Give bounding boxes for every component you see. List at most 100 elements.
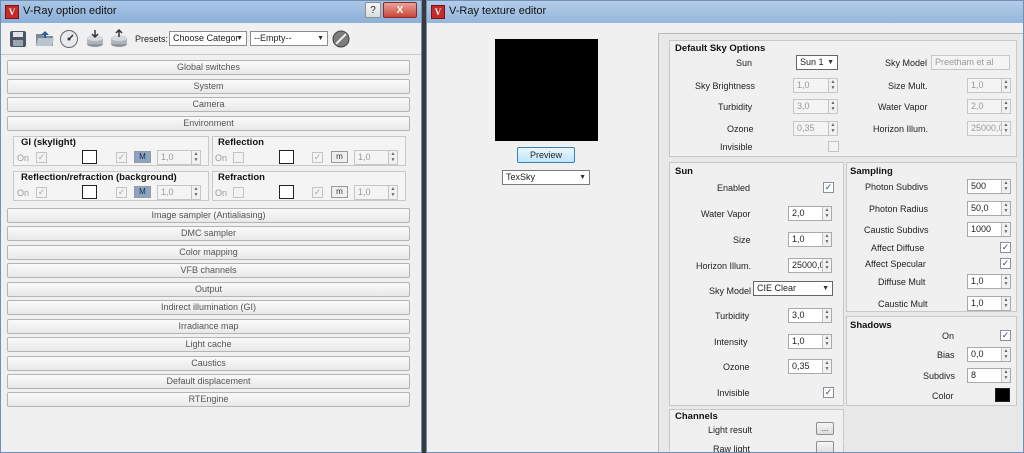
rollout-color-mapping[interactable]: Color mapping xyxy=(7,245,410,260)
gi-on-checkbox[interactable]: ✓ xyxy=(36,152,47,163)
gi-map-button[interactable]: M xyxy=(134,151,151,163)
sun-turbidity-spinner[interactable]: 3,0 ▲ ▼ xyxy=(788,308,832,323)
refraction-on-checkbox[interactable] xyxy=(233,187,244,198)
sun-sky-model-dropdown[interactable]: CIE Clear ▼ xyxy=(753,281,833,296)
gi-color-swatch[interactable] xyxy=(82,150,97,164)
reflection-on-checkbox[interactable] xyxy=(233,152,244,163)
spinner-arrows-icon[interactable]: ▲ ▼ xyxy=(388,186,397,199)
spinner-arrows-icon[interactable]: ▲ ▼ xyxy=(1001,202,1010,215)
spinner-arrows-icon[interactable]: ▲ ▼ xyxy=(1001,348,1010,361)
refraction-background-on-checkbox[interactable]: ✓ xyxy=(36,187,47,198)
import-icon[interactable] xyxy=(85,29,105,49)
rollout-rtengine[interactable]: RTEngine xyxy=(7,392,410,407)
spinner-arrows-icon[interactable]: ▲ ▼ xyxy=(1001,275,1010,288)
preset-category-dropdown[interactable]: Choose Categor ▼ xyxy=(169,31,247,46)
spinner-arrows-icon[interactable]: ▲ ▼ xyxy=(1001,122,1010,135)
spinner-arrows-icon[interactable]: ▲ ▼ xyxy=(1001,297,1010,310)
help-button[interactable]: ? xyxy=(365,2,381,18)
save-icon[interactable] xyxy=(9,30,27,48)
spinner-arrows-icon[interactable]: ▲ ▼ xyxy=(828,122,837,135)
clear-presets-icon[interactable] xyxy=(332,30,350,48)
rollout-image-sampler[interactable]: Image sampler (Antialiasing) xyxy=(7,208,410,223)
spinner-arrows-icon[interactable]: ▲ ▼ xyxy=(1001,180,1010,193)
refraction-map-button[interactable]: m xyxy=(331,186,348,198)
spinner-arrows-icon[interactable]: ▲ ▼ xyxy=(828,100,837,113)
sun-size-spinner[interactable]: 1,0 ▲ ▼ xyxy=(788,232,832,247)
option-editor-scroll-area[interactable] xyxy=(1,411,421,452)
spinner-arrows-icon[interactable]: ▲ ▼ xyxy=(822,259,831,272)
caustic-mult-spinner[interactable]: 1,0 ▲ ▼ xyxy=(967,296,1011,311)
light-result-browse-button[interactable]: ... xyxy=(816,422,834,435)
refraction-color-swatch[interactable] xyxy=(279,185,294,199)
refraction-multiplier-spinner[interactable]: 1,0 ▲ ▼ xyxy=(354,185,398,200)
refraction-texture-checkbox[interactable]: ✓ xyxy=(312,187,323,198)
shadows-bias-spinner[interactable]: 0,0 ▲ ▼ xyxy=(967,347,1011,362)
refraction-background-map-button[interactable]: M xyxy=(134,186,151,198)
rollout-indirect-illumination[interactable]: Indirect illumination (GI) xyxy=(7,300,410,315)
reflection-map-button[interactable]: m xyxy=(331,151,348,163)
diffuse-mult-spinner[interactable]: 1,0 ▲ ▼ xyxy=(967,274,1011,289)
rollout-light-cache[interactable]: Light cache xyxy=(7,337,410,352)
reflection-multiplier-spinner[interactable]: 1,0 ▲ ▼ xyxy=(354,150,398,165)
spinner-arrows-icon[interactable]: ▲ ▼ xyxy=(1001,223,1010,236)
sun-water-vapor-spinner[interactable]: 2,0 ▲ ▼ xyxy=(788,206,832,221)
spinner-arrows-icon[interactable]: ▲ ▼ xyxy=(822,360,831,373)
size-mult-spinner[interactable]: 1,0 ▲ ▼ xyxy=(967,78,1011,93)
affect-specular-checkbox[interactable]: ✓ xyxy=(1000,258,1011,269)
spinner-arrows-icon[interactable]: ▲ ▼ xyxy=(388,151,397,164)
rollout-camera[interactable]: Camera xyxy=(7,97,410,112)
close-button[interactable]: X xyxy=(383,2,417,18)
gi-texture-checkbox[interactable]: ✓ xyxy=(116,152,127,163)
reset-gauge-icon[interactable] xyxy=(59,29,79,49)
rollout-system[interactable]: System xyxy=(7,79,410,94)
reflection-color-swatch[interactable] xyxy=(279,150,294,164)
affect-diffuse-checkbox[interactable]: ✓ xyxy=(1000,242,1011,253)
sun-invisible-checkbox[interactable]: ✓ xyxy=(823,387,834,398)
open-folder-icon[interactable] xyxy=(35,30,55,48)
sky-horizon-spinner[interactable]: 25000,0 ▲ ▼ xyxy=(967,121,1011,136)
rollout-default-displacement[interactable]: Default displacement xyxy=(7,374,410,389)
sun-enabled-checkbox[interactable]: ✓ xyxy=(823,182,834,193)
spinner-arrows-icon[interactable]: ▲ ▼ xyxy=(822,309,831,322)
raw-light-browse-button[interactable] xyxy=(816,441,834,452)
shadows-subdivs-spinner[interactable]: 8 ▲ ▼ xyxy=(967,368,1011,383)
sun-intensity-spinner[interactable]: 1,0 ▲ ▼ xyxy=(788,334,832,349)
preview-button[interactable]: Preview xyxy=(517,147,575,163)
sky-sun-dropdown[interactable]: Sun 1 ▼ xyxy=(796,55,838,70)
shadows-on-checkbox[interactable]: ✓ xyxy=(1000,330,1011,341)
texture-type-dropdown[interactable]: TexSky ▼ xyxy=(502,170,590,185)
refraction-background-multiplier-spinner[interactable]: 1,0 ▲ ▼ xyxy=(157,185,201,200)
texture-editor-titlebar[interactable]: V V-Ray texture editor xyxy=(427,1,1023,23)
spinner-arrows-icon[interactable]: ▲ ▼ xyxy=(1001,79,1010,92)
sky-turbidity-spinner[interactable]: 3,0 ▲ ▼ xyxy=(793,99,838,114)
spinner-arrows-icon[interactable]: ▲ ▼ xyxy=(191,186,200,199)
spinner-arrows-icon[interactable]: ▲ ▼ xyxy=(1001,100,1010,113)
spinner-arrows-icon[interactable]: ▲ ▼ xyxy=(191,151,200,164)
refraction-background-color-swatch[interactable] xyxy=(82,185,97,199)
spinner-arrows-icon[interactable]: ▲ ▼ xyxy=(822,335,831,348)
rollout-caustics[interactable]: Caustics xyxy=(7,356,410,371)
photon-radius-spinner[interactable]: 50,0 ▲ ▼ xyxy=(967,201,1011,216)
spinner-arrows-icon[interactable]: ▲ ▼ xyxy=(822,207,831,220)
sun-horizon-spinner[interactable]: 25000,0 ▲ ▼ xyxy=(788,258,832,273)
reflection-texture-checkbox[interactable]: ✓ xyxy=(312,152,323,163)
sun-ozone-spinner[interactable]: 0,35 ▲ ▼ xyxy=(788,359,832,374)
caustic-subdivs-spinner[interactable]: 1000 ▲ ▼ xyxy=(967,222,1011,237)
sky-brightness-spinner[interactable]: 1,0 ▲ ▼ xyxy=(793,78,838,93)
sky-ozone-spinner[interactable]: 0,35 ▲ ▼ xyxy=(793,121,838,136)
shadows-color-swatch[interactable] xyxy=(995,388,1010,402)
sky-water-vapor-spinner[interactable]: 2,0 ▲ ▼ xyxy=(967,99,1011,114)
rollout-vfb-channels[interactable]: VFB channels xyxy=(7,263,410,278)
sky-model-dropdown[interactable]: Preetham et al xyxy=(931,55,1010,70)
spinner-arrows-icon[interactable]: ▲ ▼ xyxy=(1001,369,1010,382)
rollout-environment[interactable]: Environment xyxy=(7,116,410,131)
sky-invisible-checkbox[interactable] xyxy=(828,141,839,152)
rollout-irradiance-map[interactable]: Irradiance map xyxy=(7,319,410,334)
gi-multiplier-spinner[interactable]: 1,0 ▲ ▼ xyxy=(157,150,201,165)
preset-value-dropdown[interactable]: --Empty-- ▼ xyxy=(250,31,328,46)
refraction-background-texture-checkbox[interactable]: ✓ xyxy=(116,187,127,198)
export-icon[interactable] xyxy=(109,29,129,49)
spinner-arrows-icon[interactable]: ▲ ▼ xyxy=(828,79,837,92)
rollout-dmc-sampler[interactable]: DMC sampler xyxy=(7,226,410,241)
rollout-output[interactable]: Output xyxy=(7,282,410,297)
